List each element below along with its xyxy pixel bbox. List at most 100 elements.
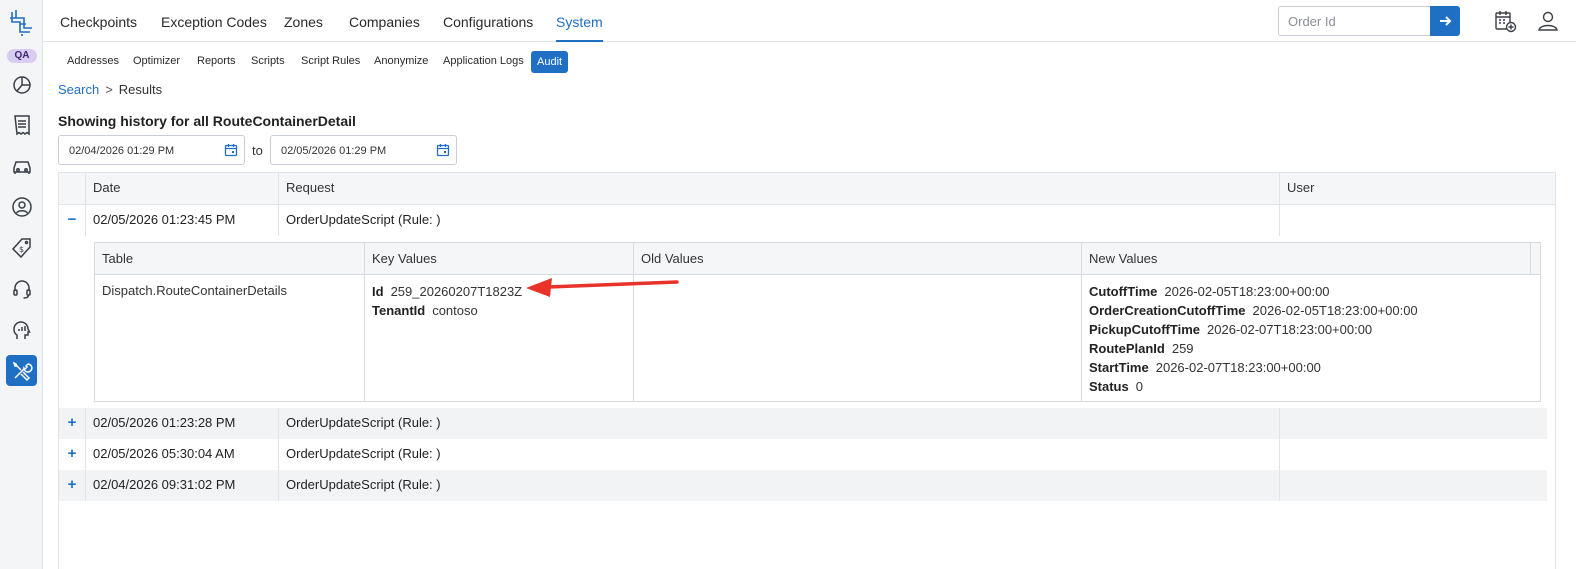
tools-icon [12, 361, 33, 381]
kv-value: 2026-02-05T18:23:00+00:00 [1164, 284, 1330, 299]
rail-support[interactable] [6, 273, 37, 304]
date-range-to-label: to [252, 143, 263, 158]
arrow-right-icon [1440, 16, 1452, 26]
page-title: Showing history for all RouteContainerDe… [58, 113, 356, 129]
subtab-audit[interactable]: Audit [531, 51, 569, 73]
subtab-optimizer[interactable]: Optimizer [133, 55, 180, 75]
kv-value: 259_20260207T1823Z [390, 284, 523, 299]
rail-system[interactable] [6, 355, 37, 386]
kv-value: contoso [432, 303, 478, 318]
kv-value: 0 [1135, 379, 1143, 394]
date-from-field[interactable]: 02/04/2026 01:29 PM [58, 135, 245, 165]
calendar-icon[interactable] [436, 143, 450, 157]
rail-users[interactable] [6, 191, 37, 222]
tab-zones[interactable]: Zones [284, 14, 323, 42]
detail-old-values [633, 275, 1081, 401]
subtab-scripts[interactable]: Scripts [251, 55, 285, 75]
row-request: OrderUpdateScript (Rule: ) [278, 439, 1279, 470]
kv-key: Status [1089, 379, 1129, 394]
row-user [1279, 408, 1547, 439]
audit-table: Date Request User − 02/05/2026 01:23:45 … [58, 172, 1556, 569]
key-value-pair: CutoffTime 2026-02-05T18:23:00+00:00 [1089, 283, 1540, 302]
rail-receipts[interactable] [6, 109, 37, 140]
kv-key: TenantId [372, 303, 426, 318]
tab-checkpoints[interactable]: Checkpoints [60, 14, 137, 42]
subtab-reports[interactable]: Reports [197, 55, 236, 75]
row-user [1279, 470, 1547, 501]
kv-value: 2026-02-07T18:23:00+00:00 [1155, 360, 1321, 375]
order-search-button[interactable] [1430, 6, 1460, 36]
environment-badge: QA [7, 49, 37, 63]
table-header: Date Request User [59, 173, 1555, 205]
receipt-icon [13, 114, 30, 135]
date-to-value: 02/05/2026 01:29 PM [281, 145, 387, 157]
tab-companies[interactable]: Companies [349, 14, 420, 42]
price-tag-icon: $ [11, 237, 31, 258]
date-to-field[interactable]: 02/05/2026 01:29 PM [270, 135, 457, 165]
row-date: 02/05/2026 01:23:28 PM [85, 408, 278, 439]
detail-row: Dispatch.RouteContainerDetails Id 259_202… [95, 275, 1540, 401]
tab-system[interactable]: System [556, 14, 603, 42]
table-row[interactable]: + 02/04/2026 09:31:02 PM OrderUpdateScri… [59, 470, 1547, 501]
subtab-application-logs[interactable]: Application Logs [443, 55, 524, 75]
order-id-input[interactable] [1278, 6, 1430, 36]
kv-key: Id [372, 284, 384, 299]
row-request: OrderUpdateScript (Rule: ) [278, 205, 1279, 236]
row-user [1279, 439, 1547, 470]
column-header-user[interactable]: User [1279, 173, 1547, 205]
key-value-pair: Status 0 [1089, 378, 1540, 397]
row-user [1279, 205, 1547, 236]
kv-value: 2026-02-07T18:23:00+00:00 [1207, 322, 1373, 337]
detail-new-values: CutoffTime 2026-02-05T18:23:00+00:00 Orde… [1081, 275, 1540, 401]
expand-row-toggle[interactable]: + [59, 408, 85, 439]
annotation-arrow [526, 278, 679, 297]
table-row[interactable]: − 02/05/2026 01:23:45 PM OrderUpdateScri… [59, 205, 1547, 236]
calendar-icon[interactable] [224, 143, 238, 157]
subtab-anonymize[interactable]: Anonymize [374, 55, 428, 75]
breadcrumb-separator: > [105, 82, 113, 97]
kv-key: RoutePlanId [1089, 341, 1165, 356]
car-icon [12, 160, 31, 174]
kv-key: PickupCutoffTime [1089, 322, 1200, 337]
expand-row-toggle[interactable]: + [59, 470, 85, 501]
kv-key: CutoffTime [1089, 284, 1158, 299]
expand-row-toggle[interactable]: + [59, 439, 85, 470]
calendar-add-icon[interactable] [1493, 9, 1517, 33]
table-row[interactable]: + 02/05/2026 05:30:04 AM OrderUpdateScri… [59, 439, 1547, 470]
kv-key: OrderCreationCutoffTime [1089, 303, 1246, 318]
kv-key: StartTime [1089, 360, 1149, 375]
breadcrumb-current: Results [118, 82, 163, 97]
left-rail: QA $ [0, 0, 43, 569]
row-date: 02/04/2026 09:31:02 PM [85, 470, 278, 501]
analytics-head-icon [12, 320, 31, 339]
pie-chart-icon [12, 75, 31, 94]
kv-value: 259 [1171, 341, 1194, 356]
headset-icon [12, 279, 31, 299]
key-value-pair: TenantId contoso [372, 302, 633, 321]
user-circle-icon [11, 196, 32, 217]
column-header-request[interactable]: Request [278, 173, 1279, 205]
tab-configurations[interactable]: Configurations [443, 14, 533, 42]
svg-text:$: $ [19, 245, 24, 254]
row-request: OrderUpdateScript (Rule: ) [278, 408, 1279, 439]
collapse-row-toggle[interactable]: − [59, 205, 85, 236]
date-from-value: 02/04/2026 01:29 PM [69, 145, 175, 157]
subtab-addresses[interactable]: Addresses [67, 55, 119, 75]
rail-vehicles[interactable] [6, 150, 37, 181]
table-row[interactable]: + 02/05/2026 01:23:28 PM OrderUpdateScri… [59, 408, 1547, 439]
detail-header: Table Key Values Old Values New Values [95, 243, 1540, 275]
column-header-date[interactable]: Date [85, 173, 278, 205]
rail-dashboard[interactable] [6, 68, 37, 99]
app-logo-icon[interactable] [8, 8, 34, 38]
key-value-pair: RoutePlanId 259 [1089, 340, 1540, 359]
tab-exception-codes[interactable]: Exception Codes [161, 14, 267, 42]
user-profile-icon[interactable] [1536, 9, 1560, 33]
row-date: 02/05/2026 05:30:04 AM [85, 439, 278, 470]
rail-pricing[interactable]: $ [6, 232, 37, 263]
key-value-pair: OrderCreationCutoffTime 2026-02-05T18:23:… [1089, 302, 1540, 321]
subtab-script-rules[interactable]: Script Rules [301, 55, 360, 75]
key-value-pair: StartTime 2026-02-07T18:23:00+00:00 [1089, 359, 1540, 378]
detail-table-name: Dispatch.RouteContainerDetails [102, 283, 287, 298]
rail-analytics[interactable] [6, 314, 37, 345]
breadcrumb-search-link[interactable]: Search [58, 82, 99, 97]
